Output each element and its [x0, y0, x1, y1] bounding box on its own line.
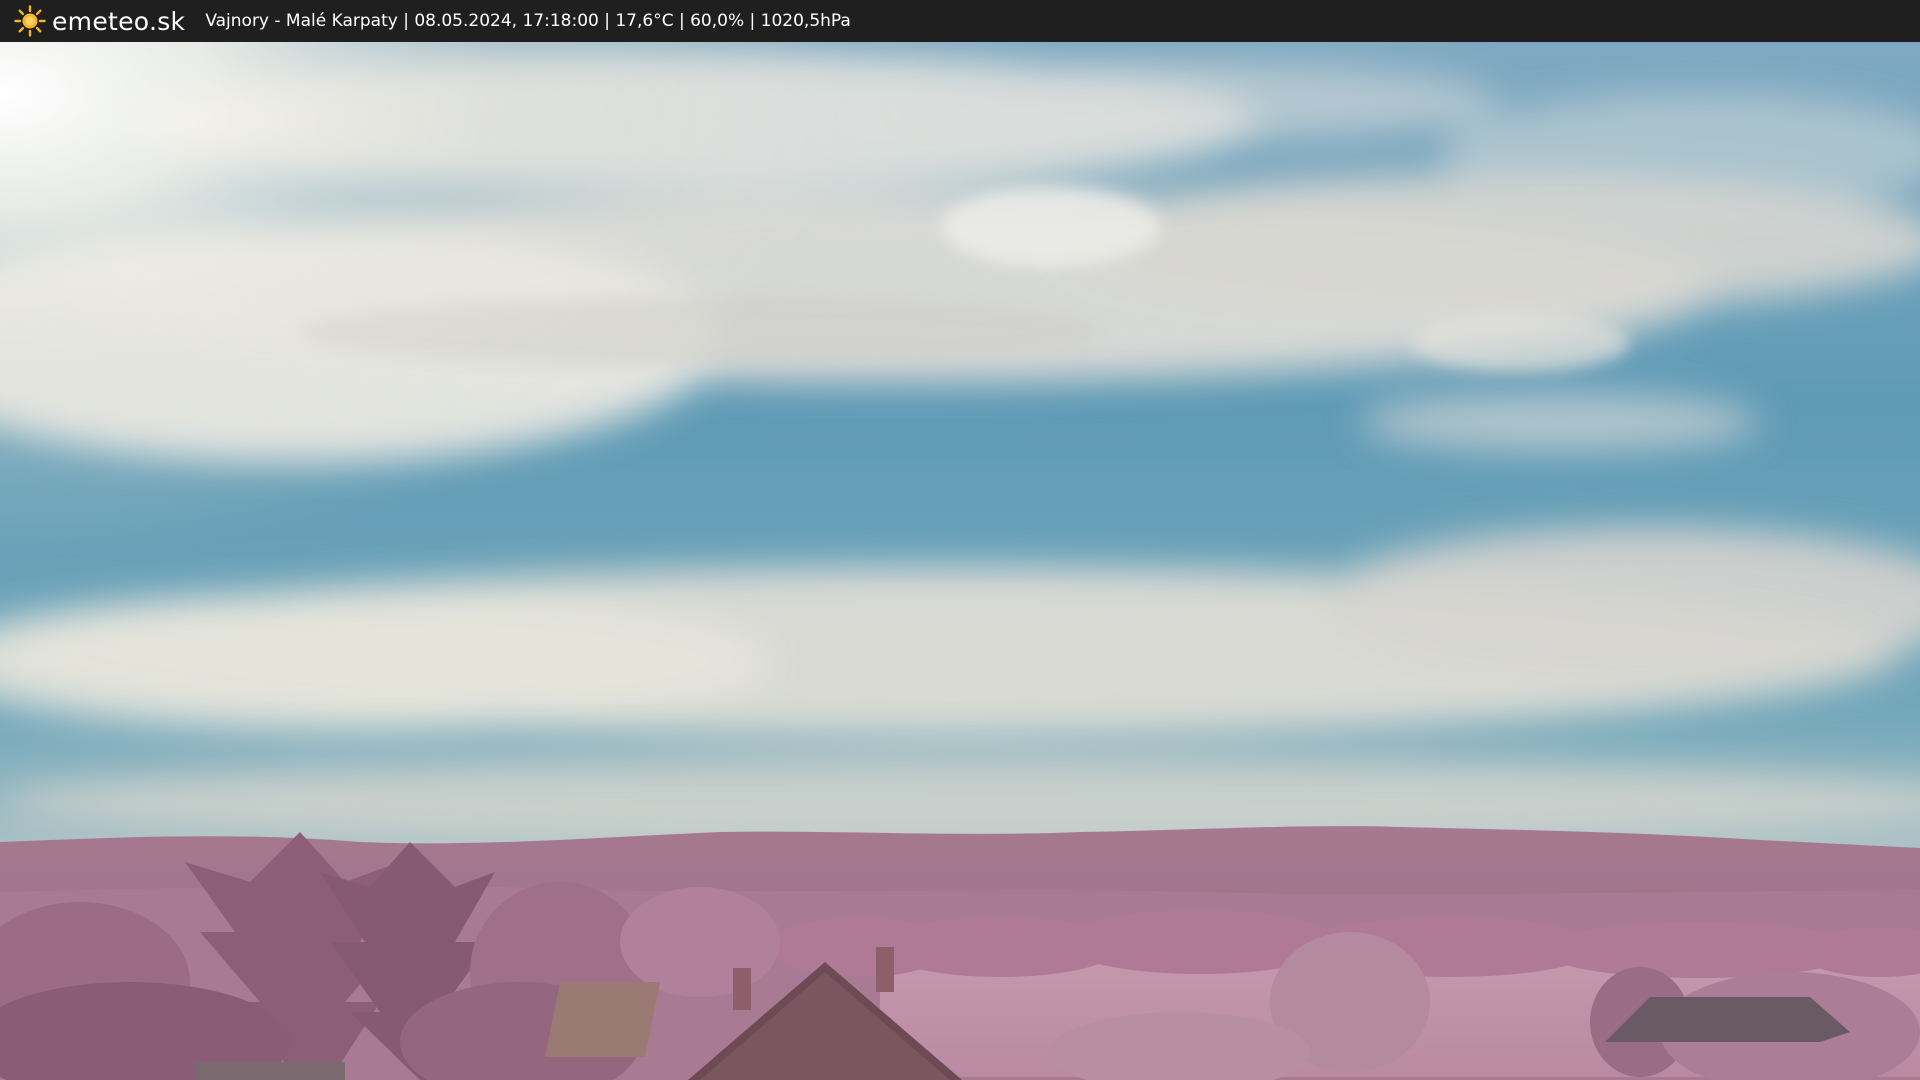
brand-logo[interactable]: emeteo.sk	[14, 5, 185, 37]
webcam-image	[0, 42, 1920, 1080]
header-bar: emeteo.sk Vajnory - Malé Karpaty | 08.05…	[0, 0, 1920, 42]
sun-icon	[14, 5, 46, 37]
webcam-page: emeteo.sk Vajnory - Malé Karpaty | 08.05…	[0, 0, 1920, 1080]
weather-info-line: Vajnory - Malé Karpaty | 08.05.2024, 17:…	[205, 11, 851, 31]
brand-name: emeteo.sk	[52, 6, 186, 36]
